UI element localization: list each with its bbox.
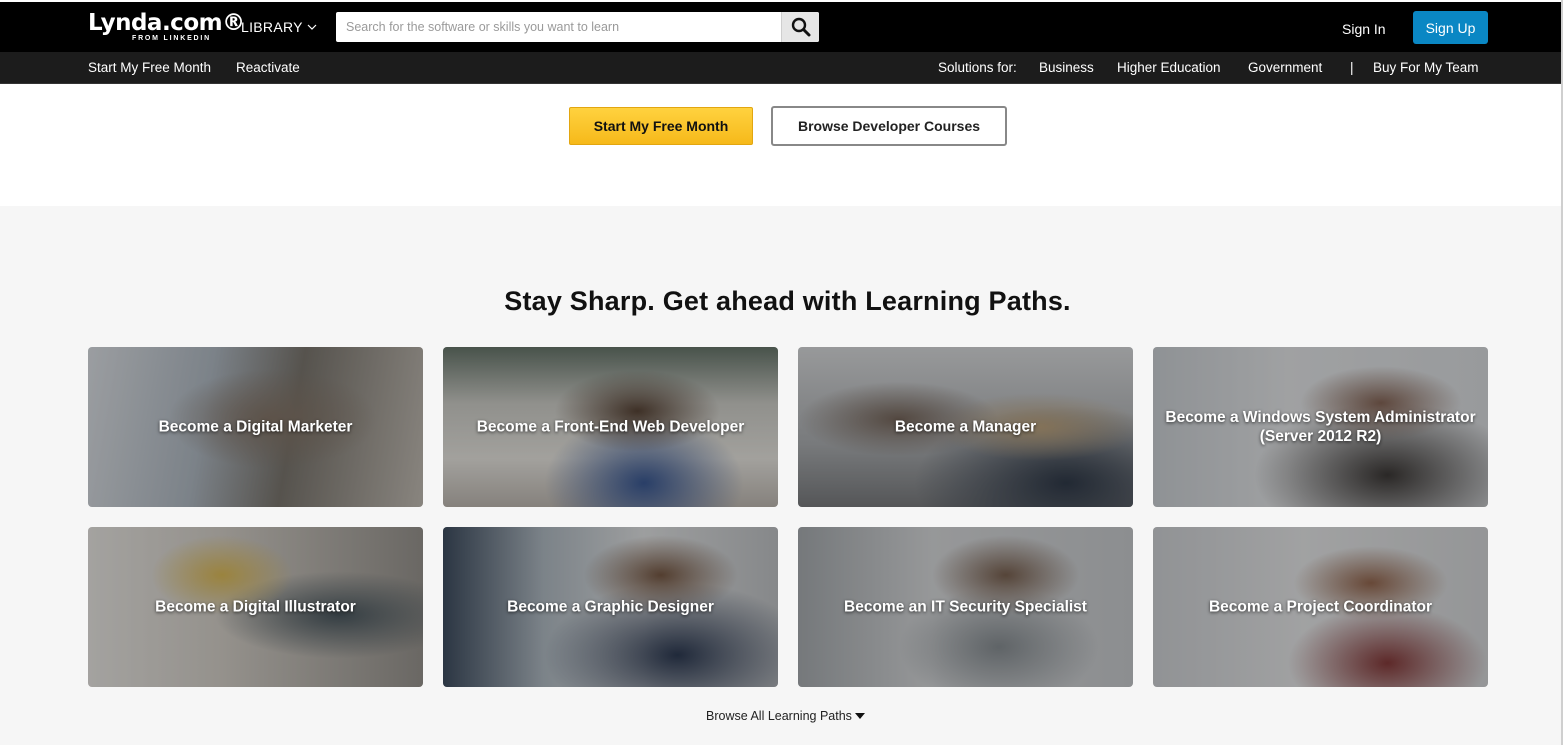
start-free-month-link[interactable]: Start My Free Month (88, 60, 211, 75)
reactivate-link[interactable]: Reactivate (236, 60, 300, 75)
path-card-windows-sysadmin[interactable]: Become a Windows System Administrator (S… (1153, 347, 1488, 507)
search-box (336, 12, 819, 42)
chevron-down-icon (307, 24, 317, 30)
path-label: Become a Front-End Web Developer (476, 418, 745, 436)
higher-education-link[interactable]: Higher Education (1117, 60, 1221, 75)
logo-tagline: FROM LINKEDIN (132, 35, 212, 42)
business-link[interactable]: Business (1039, 60, 1094, 75)
path-card-manager[interactable]: Become a Manager (798, 347, 1133, 507)
path-card-graphic-designer[interactable]: Become a Graphic Designer (443, 527, 778, 687)
learning-paths-section: Stay Sharp. Get ahead with Learning Path… (0, 206, 1561, 745)
search-icon (791, 17, 810, 37)
path-label: Become a Project Coordinator (1208, 598, 1433, 616)
browse-developer-courses-button[interactable]: Browse Developer Courses (771, 106, 1007, 146)
library-label: LIBRARY (241, 19, 303, 35)
path-label: Become a Digital Illustrator (155, 598, 356, 616)
top-nav-bar: Lynda.com® FROM LINKEDIN LIBRARY Sign In… (0, 2, 1561, 52)
path-label: Become a Graphic Designer (507, 598, 714, 616)
logo-wordmark: Lynda.com® (88, 10, 245, 36)
path-card-project-coordinator[interactable]: Become a Project Coordinator (1153, 527, 1488, 687)
nav-separator: | (1350, 60, 1354, 75)
section-title: Stay Sharp. Get ahead with Learning Path… (504, 286, 1071, 316)
path-card-digital-illustrator[interactable]: Become a Digital Illustrator (88, 527, 423, 687)
sign-up-button[interactable]: Sign Up (1413, 11, 1488, 44)
path-label: Become a Manager (894, 418, 1037, 436)
start-free-month-button[interactable]: Start My Free Month (569, 107, 753, 145)
search-button[interactable] (781, 12, 819, 42)
path-label: Become an IT Security Specialist (844, 598, 1087, 616)
secondary-nav-bar: Start My Free Month Reactivate Solutions… (0, 52, 1561, 84)
caret-down-icon (854, 712, 865, 719)
path-label: Become a Windows System Administrator (S… (1165, 409, 1476, 445)
browse-all-learning-paths-link[interactable]: Browse All Learning Paths (706, 709, 865, 723)
path-card-front-end-web-developer[interactable]: Become a Front-End Web Developer (443, 347, 778, 507)
lynda-logo[interactable]: Lynda.com® FROM LINKEDIN (88, 10, 245, 42)
government-link[interactable]: Government (1248, 60, 1322, 75)
path-card-it-security-specialist[interactable]: Become an IT Security Specialist (798, 527, 1133, 687)
path-card-digital-marketer[interactable]: Become a Digital Marketer (88, 347, 423, 507)
browse-all-label: Browse All Learning Paths (706, 709, 852, 723)
sign-in-link[interactable]: Sign In (1342, 21, 1386, 37)
search-input[interactable] (336, 12, 781, 42)
buy-for-my-team-link[interactable]: Buy For My Team (1373, 60, 1479, 75)
solutions-for-label: Solutions for: (938, 60, 1017, 75)
path-label: Become a Digital Marketer (158, 418, 353, 436)
page: Lynda.com® FROM LINKEDIN LIBRARY Sign In… (0, 0, 1563, 745)
library-menu[interactable]: LIBRARY (241, 19, 317, 35)
cta-section: Start My Free Month Browse Developer Cou… (0, 85, 1561, 206)
